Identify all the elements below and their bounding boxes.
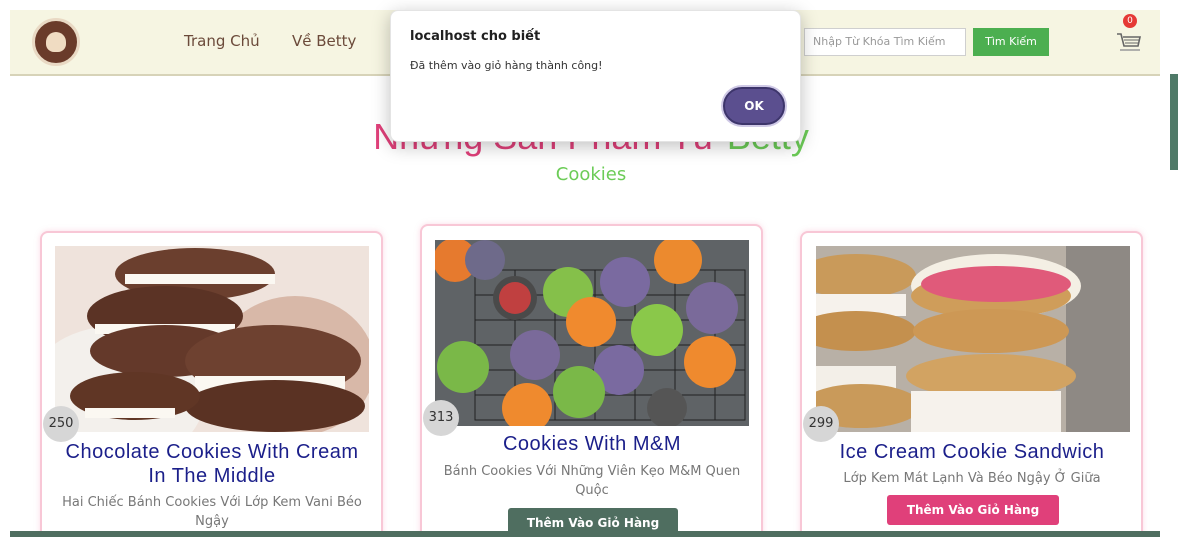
section-subtitle: Cookies xyxy=(555,164,627,185)
product-title: Ice Cream Cookie Sandwich xyxy=(839,441,1105,463)
product-description: Hai Chiếc Bánh Cookies Với Lớp Kem Vani … xyxy=(62,495,362,529)
shopping-cart-icon[interactable] xyxy=(1114,26,1144,56)
product-description: Lớp Kem Mát Lạnh Và Béo Ngậy Ở Giữa xyxy=(843,471,1101,486)
product-card: 299 Ice Cream Cookie Sandwich Lớp Kem Má… xyxy=(800,231,1143,537)
product-image xyxy=(816,246,1130,432)
ok-button[interactable]: OK xyxy=(723,87,785,125)
product-description: Bánh Cookies Với Những Viên Kẹo M&M Quen… xyxy=(443,464,741,498)
cart-count-badge: 0 xyxy=(1123,14,1137,28)
dialog-message: Đã thêm vào giỏ hàng thành công! xyxy=(410,59,603,72)
nav-home-link[interactable]: Trang Chủ xyxy=(184,32,260,50)
product-image xyxy=(55,246,369,432)
product-title: Cookies With M&M xyxy=(502,433,682,455)
product-title: Chocolate Cookies With Cream In The Midd… xyxy=(65,441,359,487)
logo-bag-icon xyxy=(46,32,66,52)
footer-bar xyxy=(10,531,1160,537)
add-to-cart-button[interactable]: Thêm Vào Giỏ Hàng xyxy=(887,495,1059,525)
product-image xyxy=(435,240,749,426)
product-card: 313 Cookies With M&M Bánh Cookies Với Nh… xyxy=(420,224,763,537)
alert-dialog: localhost cho biết Đã thêm vào giỏ hàng … xyxy=(390,10,801,142)
product-card: 250 Chocolate Cookies With Cream In The … xyxy=(40,231,383,537)
price-badge: 250 xyxy=(43,406,79,442)
search-input[interactable]: Nhập Từ Khóa Tìm Kiếm xyxy=(804,28,966,56)
dialog-title: localhost cho biết xyxy=(410,29,541,44)
price-badge: 299 xyxy=(803,406,839,442)
nav-about-link[interactable]: Về Betty xyxy=(292,32,356,50)
price-badge: 313 xyxy=(423,400,459,436)
betty-logo[interactable] xyxy=(32,18,80,66)
search-button[interactable]: Tìm Kiếm xyxy=(973,28,1049,56)
